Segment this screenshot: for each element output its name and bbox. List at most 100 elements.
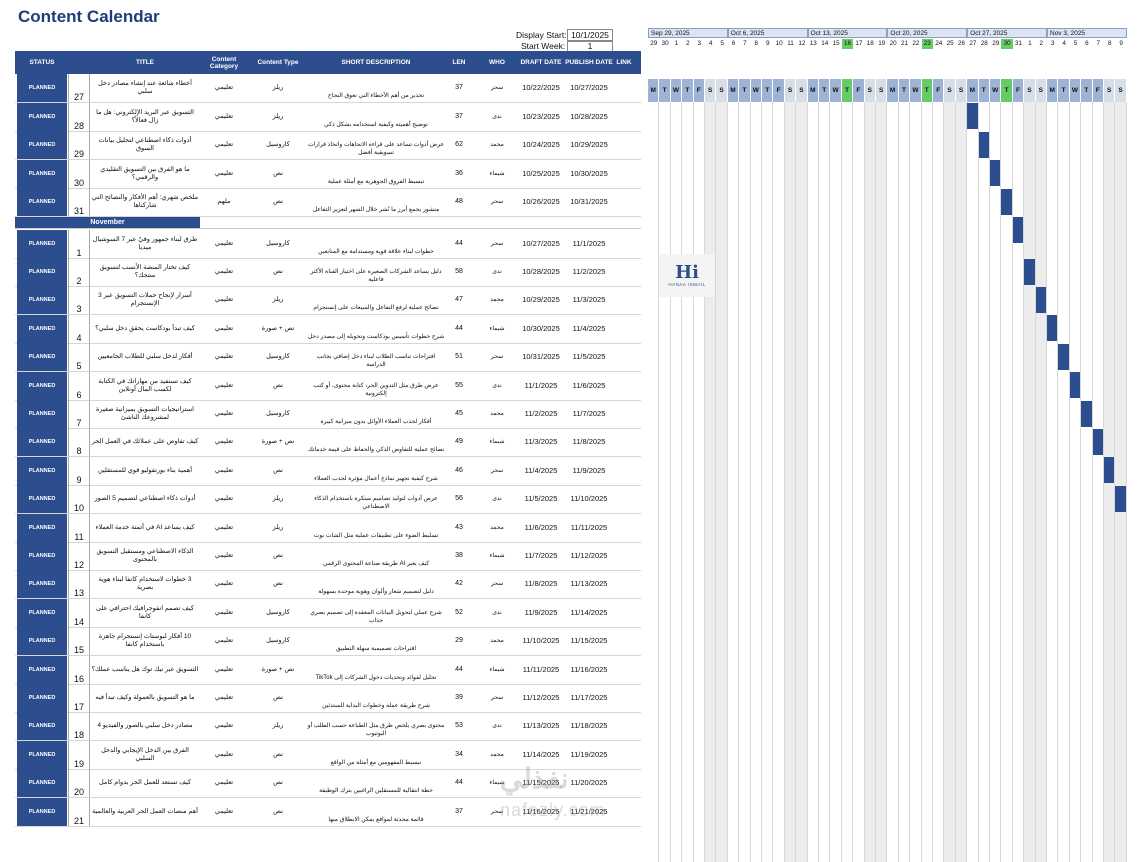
gantt-bar[interactable] bbox=[1047, 315, 1058, 342]
table-row[interactable]: PLANNED 4 كيف تبدأ بودكاست يحقق دخل سلبي؟ ت… bbox=[15, 314, 641, 344]
row-publish-date: 11/17/2025 bbox=[570, 692, 608, 702]
row-title[interactable]: مصادر دخل سلبي بالصور والفيديو 4 bbox=[91, 712, 199, 740]
table-row[interactable]: PLANNED 17 ما هو التسويق بالعمولة وكيف تبد… bbox=[15, 683, 641, 713]
row-description[interactable]: توضيح أهميته وكيفية استخدامه بشكل ذكي bbox=[307, 103, 445, 131]
row-title[interactable]: أدوات ذكاء اصطناعي لتحليل بيانات السوق bbox=[91, 131, 199, 159]
row-title[interactable]: الذكاء الاصطناعي ومستقبل التسويق بالمحتو… bbox=[91, 542, 199, 570]
row-description[interactable]: أفكار لجذب العملاء الأوائل بدون ميزانية … bbox=[307, 400, 445, 428]
row-title[interactable]: أخطاء شائعة عند إنشاء مصادر دخل سلبي bbox=[91, 74, 199, 102]
row-title[interactable]: أسرار لإنجاح حملات التسويق عبر 3 الإنستج… bbox=[91, 286, 199, 314]
row-description[interactable]: تحذير من أهم الأخطاء التي تعوق النجاح bbox=[307, 74, 445, 102]
gantt-bar[interactable] bbox=[1081, 400, 1092, 427]
row-title[interactable]: التسويق عبر البريد الإلكتروني: هل ما زال… bbox=[91, 103, 199, 131]
table-row[interactable]: PLANNED 9 أهمية بناء بورتفوليو قوي للمستقل… bbox=[15, 456, 641, 486]
table-row[interactable]: PLANNED 28 التسويق عبر البريد الإلكتروني: … bbox=[15, 102, 641, 132]
table-row[interactable]: PLANNED 27 أخطاء شائعة عند إنشاء مصادر دخل… bbox=[15, 74, 641, 103]
table-row[interactable]: PLANNED 11 كيف يساعد AI في أتمتة خدمة العم… bbox=[15, 513, 641, 543]
row-description[interactable]: عرض طرق مثل التدوين الحر، كتابة محتوى، أ… bbox=[307, 372, 445, 400]
row-description[interactable]: شرح كيفية تجهيز نماذج أعمال مؤثرة لجذب ا… bbox=[307, 457, 445, 485]
table-row[interactable]: PLANNED 3 أسرار لإنجاح حملات التسويق عبر 3… bbox=[15, 286, 641, 316]
table-row[interactable]: PLANNED 8 كيف تفاوض على عملائك في العمل ال… bbox=[15, 428, 641, 458]
row-content-type: ريلز bbox=[272, 495, 284, 503]
table-row[interactable]: PLANNED 18 مصادر دخل سلبي بالصور والفيديو … bbox=[15, 712, 641, 742]
gantt-bar[interactable] bbox=[978, 131, 989, 158]
row-title[interactable]: كيف تختار المنصة الأنسب لتسويق منتجك؟ bbox=[91, 258, 199, 286]
row-number: 15 bbox=[68, 627, 90, 656]
row-publish-date: 11/15/2025 bbox=[570, 636, 608, 646]
row-title[interactable]: 3 خطوات لاستخدام كانفا لبناء هوية بصرية bbox=[91, 570, 199, 598]
row-description[interactable]: نصائح عملية لرفع التفاعل والمبيعات على إ… bbox=[307, 286, 445, 314]
row-title[interactable]: أهمية بناء بورتفوليو قوي للمستقلين bbox=[91, 457, 199, 485]
gantt-bar[interactable] bbox=[1012, 217, 1024, 244]
gantt-bar[interactable] bbox=[1035, 286, 1046, 313]
row-title[interactable]: 10 أفكار لبوستات إنستجرام جاهزة باستخدام… bbox=[91, 627, 199, 655]
row-description[interactable]: كيف يغير AI طريقة صناعة المحتوى الرقمي bbox=[307, 542, 445, 570]
gantt-bar[interactable] bbox=[1104, 457, 1115, 484]
row-description[interactable]: اقتراحات تناسب الطلاب لبناء دخل إضافي بج… bbox=[307, 343, 445, 371]
row-title[interactable]: ملخص شهري: أهم الأفكار والنصائح التي شار… bbox=[91, 188, 199, 216]
row-description[interactable]: تسليط الضوء على تطبيقات عملية مثل الشات … bbox=[307, 514, 445, 542]
table-row[interactable]: PLANNED 29 أدوات ذكاء اصطناعي لتحليل بيانا… bbox=[15, 131, 641, 161]
row-title[interactable]: أدوات ذكاء اصطناعي لتصميم 5 الصور bbox=[91, 485, 199, 513]
row-title[interactable]: التسويق عبر تيك توك هل يناسب عملك؟ bbox=[91, 656, 199, 684]
gantt-bar[interactable] bbox=[1115, 485, 1126, 512]
gantt-bar[interactable] bbox=[1058, 343, 1069, 370]
gantt-bar[interactable] bbox=[990, 160, 1001, 187]
row-description[interactable]: قائمة محدثة لمواقع يمكن الانطلاق منها bbox=[307, 798, 445, 826]
day-letter: W bbox=[910, 79, 921, 102]
row-description[interactable]: تبسيط الفروق الجوهرية مع أمثلة عملية bbox=[307, 160, 445, 188]
row-description[interactable]: نصائح عملية للتفاوض الذكي والحفاظ على قي… bbox=[307, 428, 445, 456]
row-description[interactable]: منشور يجمع أبرز ما نُشر خلال الشهر لتعزي… bbox=[307, 188, 445, 216]
row-title[interactable]: كيف تصمم انفوجرافيك احترافي على كانفا bbox=[91, 599, 199, 627]
row-title[interactable]: طرق لبناء جمهور وفيّ عبر 7 السوشيال ميدي… bbox=[91, 230, 199, 258]
table-row[interactable]: PLANNED 1 طرق لبناء جمهور وفيّ عبر 7 السوش… bbox=[15, 229, 641, 259]
gantt-bar[interactable] bbox=[1092, 428, 1103, 455]
table-row[interactable]: PLANNED 7 استراتيجيات التسويق بميزانية صغي… bbox=[15, 399, 641, 429]
row-description[interactable]: اقتراحات تصميمية سهلة التطبيق bbox=[307, 627, 445, 655]
row-description[interactable]: دليل لتصميم شعار وألوان وهوية موحدة بسهو… bbox=[307, 570, 445, 598]
row-owner: شيماء bbox=[489, 439, 505, 446]
table-row[interactable]: PLANNED 2 كيف تختار المنصة الأنسب لتسويق م… bbox=[15, 257, 641, 287]
table-row[interactable]: PLANNED 14 كيف تصمم انفوجرافيك احترافي على… bbox=[15, 598, 641, 628]
row-description[interactable]: خطة انتقالية للمستقلين الراغبين بترك الو… bbox=[307, 769, 445, 797]
week-header: Oct 20, 2025 bbox=[887, 28, 968, 38]
row-description[interactable]: شرح خطوات تأسيس بودكاست وتحويله إلى مصدر… bbox=[307, 315, 445, 343]
gantt-bar[interactable] bbox=[1001, 188, 1012, 215]
table-row[interactable]: PLANNED 6 كيف تستفيد من مهاراتك في الكتابة… bbox=[15, 371, 641, 401]
row-description[interactable]: عرض أدوات تساعد على قراءة الاتجاهات واتخ… bbox=[307, 131, 445, 159]
row-title[interactable]: كيف تستعد للعمل الحر بدوام كامل bbox=[91, 769, 199, 797]
table-row[interactable]: PLANNED 30 ما هو الفرق بين التسويق التقليد… bbox=[15, 159, 641, 189]
row-description[interactable]: تبسيط المفهومين مع أمثلة من الواقع bbox=[307, 741, 445, 769]
table-row[interactable]: PLANNED 10 أدوات ذكاء اصطناعي لتصميم 5 الص… bbox=[15, 485, 641, 515]
row-title[interactable]: أفكار لدخل سلبي للطلاب الجامعيين bbox=[91, 343, 199, 371]
table-row[interactable]: PLANNED 13 3 خطوات لاستخدام كانفا لبناء هو… bbox=[15, 570, 641, 600]
gantt-day-column bbox=[648, 102, 660, 862]
row-title[interactable]: ما هو التسويق بالعمولة وكيف تبدأ فيه bbox=[91, 684, 199, 712]
row-description[interactable]: شرح عملي لتحويل البيانات المعقدة إلى تصم… bbox=[307, 599, 445, 627]
row-title[interactable]: كيف تفاوض على عملائك في العمل الحر bbox=[91, 428, 199, 456]
row-title[interactable]: أهم منصات العمل الحر العربية والعالمية bbox=[91, 798, 199, 826]
table-row[interactable]: PLANNED 5 أفكار لدخل سلبي للطلاب الجامعيين… bbox=[15, 343, 641, 373]
row-description[interactable]: تحليل لفوائد وتحديات دخول الشركات إلى Ti… bbox=[307, 656, 445, 684]
gantt-day-column bbox=[1115, 102, 1127, 862]
row-description[interactable]: خطوات لبناء علاقة قوية ومستدامة مع المتا… bbox=[307, 230, 445, 258]
day-number: 23 bbox=[921, 39, 933, 49]
table-row[interactable]: PLANNED 12 الذكاء الاصطناعي ومستقبل التسوي… bbox=[15, 541, 641, 571]
row-title[interactable]: كيف تستفيد من مهاراتك في الكتابة لكسب ال… bbox=[91, 372, 199, 400]
table-row[interactable]: PLANNED 15 10 أفكار لبوستات إنستجرام جاهزة… bbox=[15, 627, 641, 657]
row-title[interactable]: ما هو الفرق بين التسويق التقليدي والرقمي… bbox=[91, 160, 199, 188]
gantt-bar[interactable] bbox=[967, 103, 978, 129]
gantt-bar[interactable] bbox=[1024, 258, 1035, 285]
table-row[interactable]: PLANNED 31 ملخص شهري: أهم الأفكار والنصائح… bbox=[15, 188, 641, 218]
row-category: تعليمي bbox=[214, 112, 234, 120]
row-description[interactable]: شرح طريقة عمله وخطوات البداية للمبتدئين bbox=[307, 684, 445, 712]
row-title[interactable]: كيف تبدأ بودكاست يحقق دخل سلبي؟ bbox=[91, 315, 199, 343]
row-description[interactable]: محتوى بصري يلخص طرق مثل الطباعة حسب الطل… bbox=[307, 712, 445, 740]
row-title[interactable]: الفرق بين الدخل الإيجابي والدخل السلبي bbox=[91, 741, 199, 769]
row-title[interactable]: استراتيجيات التسويق بميزانية صغيرة لمشرو… bbox=[91, 400, 199, 428]
row-description[interactable]: عرض أدوات لتوليد تصاميم مبتكرة باستخدام … bbox=[307, 485, 445, 513]
row-description[interactable]: دليل يساعد الشركات الصغيرة على اختيار ال… bbox=[307, 258, 445, 286]
gantt-bar[interactable] bbox=[1069, 372, 1081, 399]
table-row[interactable]: PLANNED 16 التسويق عبر تيك توك هل يناسب عم… bbox=[15, 655, 641, 685]
row-title[interactable]: كيف يساعد AI في أتمتة خدمة العملاء bbox=[91, 514, 199, 542]
